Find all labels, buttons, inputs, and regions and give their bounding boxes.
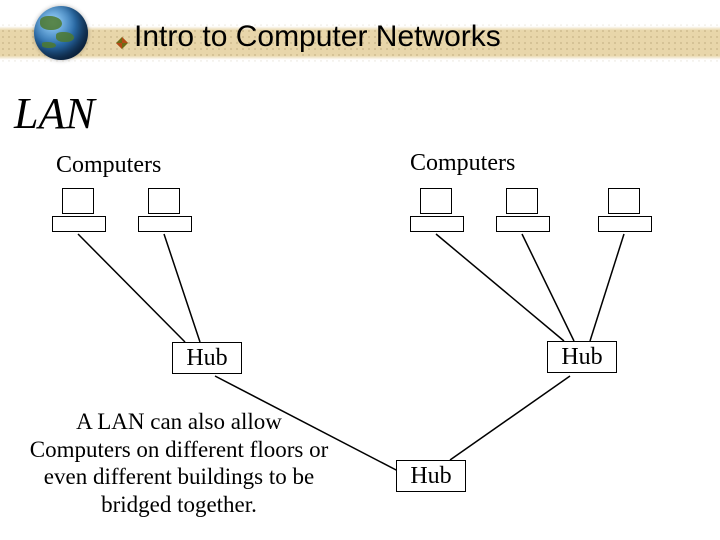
computer-icon [496, 188, 548, 232]
slide-title: Intro to Computer Networks [134, 20, 501, 54]
hub-bottom: Hub [396, 460, 466, 492]
description-text: A LAN can also allow Computers on differ… [24, 408, 334, 518]
label-computers-left: Computers [56, 152, 161, 179]
computer-icon [598, 188, 650, 232]
computer-icon [410, 188, 462, 232]
slide: Intro to Computer Networks LAN Computers… [0, 0, 720, 540]
label-computers-right: Computers [410, 150, 515, 177]
diamond-bullet-icon [116, 37, 128, 49]
section-heading: LAN [14, 88, 95, 139]
hub-right: Hub [547, 341, 617, 373]
computer-icon [138, 188, 190, 232]
hub-left: Hub [172, 342, 242, 374]
computer-icon [52, 188, 104, 232]
globe-icon [34, 6, 88, 60]
